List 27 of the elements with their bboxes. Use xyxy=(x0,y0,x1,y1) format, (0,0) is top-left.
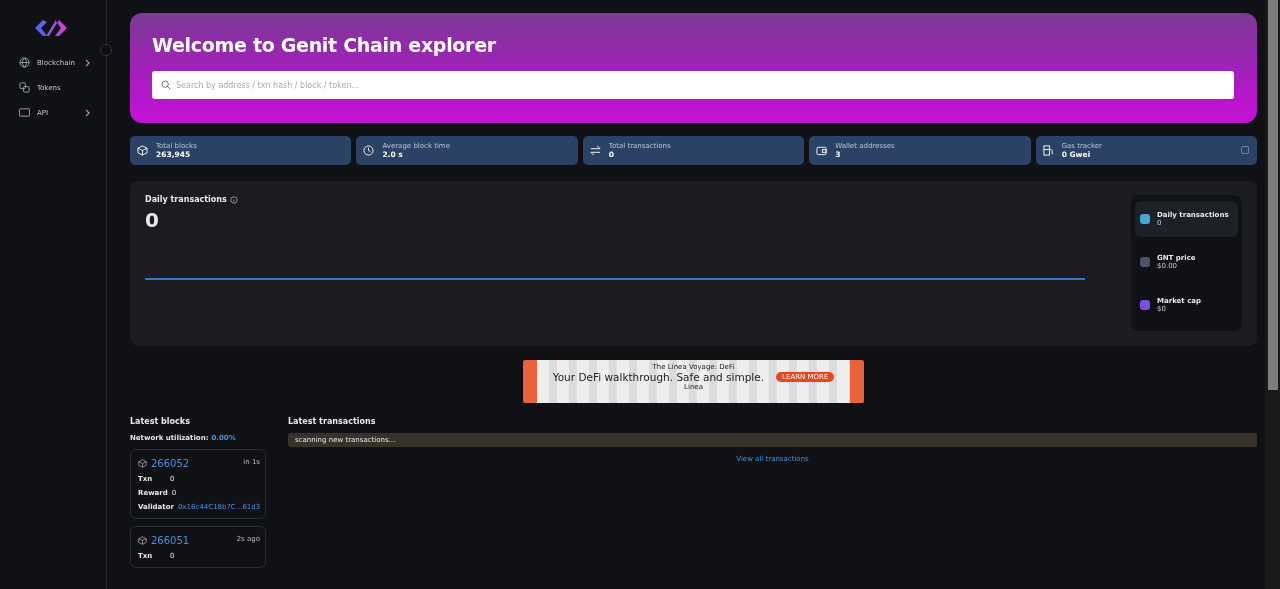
api-icon xyxy=(19,107,30,118)
scrollbar[interactable] xyxy=(1265,0,1280,589)
search-icon xyxy=(161,80,171,90)
fuel-pump-icon xyxy=(1042,145,1054,156)
chart-title: Daily transactions xyxy=(145,195,227,204)
transfer-icon xyxy=(589,145,601,156)
coins-icon xyxy=(19,82,30,93)
logo-icon[interactable] xyxy=(33,18,69,38)
banner-headline: Your DeFi walkthrough. Safe and simple. xyxy=(552,371,765,383)
page-title: Welcome to Genit Chain explorer xyxy=(152,34,497,56)
cube-icon xyxy=(138,459,147,468)
info-icon[interactable] xyxy=(229,195,238,204)
section-title: Latest blocks xyxy=(130,417,191,426)
wallet-icon xyxy=(816,145,828,156)
block-number-link[interactable]: 266052 xyxy=(151,458,190,469)
cube-icon xyxy=(138,536,147,545)
section-title: Latest transactions xyxy=(288,417,377,426)
chevron-icon xyxy=(85,108,90,117)
info-icon[interactable] xyxy=(1241,146,1250,154)
scrollbar-thumb[interactable] xyxy=(1267,0,1278,390)
cube-icon xyxy=(137,145,148,156)
chevron-icon xyxy=(85,58,90,67)
block-number-link[interactable]: 266051 xyxy=(151,535,190,546)
clock-icon xyxy=(363,145,375,156)
search-field[interactable]: Search by address / txn hash / block / token... xyxy=(152,71,1234,99)
globe-icon xyxy=(19,57,30,68)
chart-value: 0 xyxy=(145,208,160,232)
